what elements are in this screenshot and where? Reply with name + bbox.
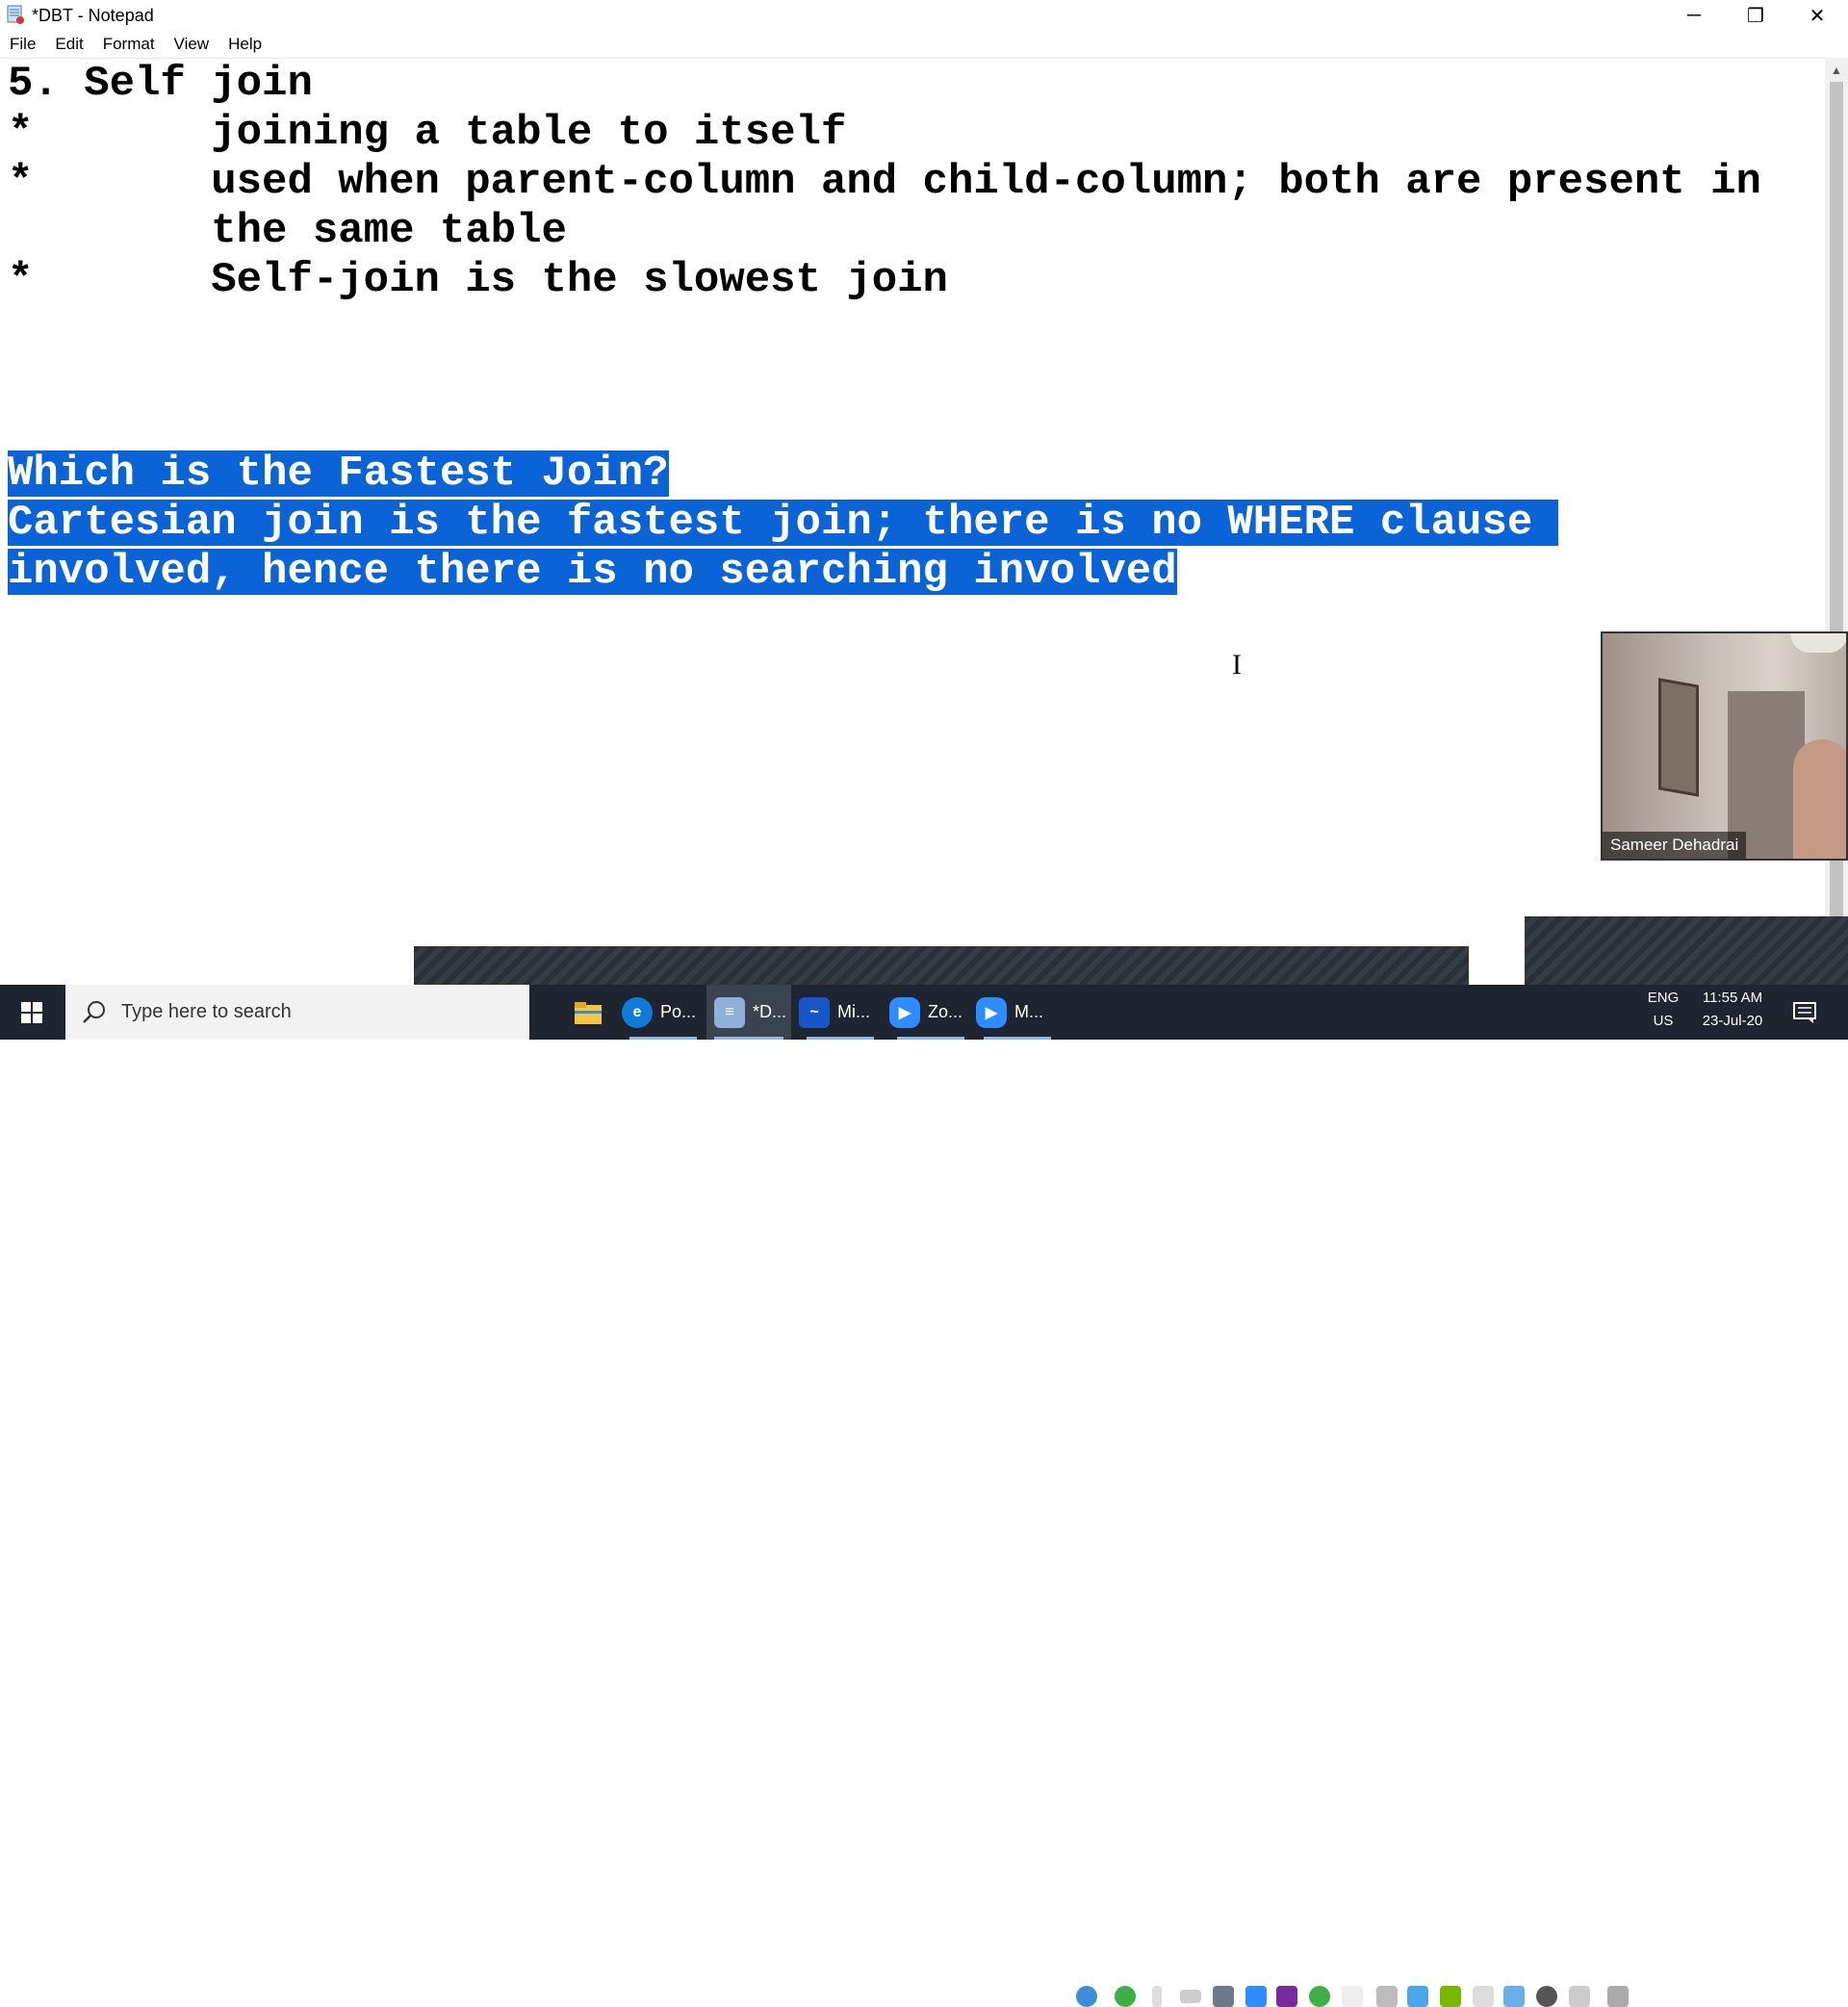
edge-icon: e (622, 996, 653, 1028)
taskbar-app-label: Mi... (837, 1002, 870, 1021)
zoom-tray-icon[interactable] (1245, 1986, 1267, 2007)
zoom-icon: ▶ (889, 996, 920, 1028)
volume-icon[interactable] (1569, 1986, 1590, 2007)
microphone-icon[interactable] (1152, 1986, 1162, 2007)
editor-line: 5. Self join (8, 60, 313, 108)
selected-line: involved, hence there is no searching in… (8, 548, 1177, 596)
taskbar-app-label: Po... (660, 1002, 697, 1021)
onenote-icon[interactable] (1276, 1986, 1297, 2007)
text-editor[interactable]: 5. Self join * joining a table to itself… (0, 58, 1825, 986)
region-indicator[interactable]: US (1642, 1013, 1684, 1029)
language-indicator[interactable]: ENG (1642, 990, 1684, 1006)
bluetooth-icon[interactable] (1536, 1986, 1557, 2007)
nvidia-icon[interactable] (1440, 1986, 1461, 2007)
taskbar-search-box[interactable]: Type here to search (65, 985, 529, 1040)
taskbar-app-zoom[interactable]: ▶ Zo... (889, 985, 972, 1040)
menu-format[interactable]: Format (103, 33, 155, 56)
selected-line: Which is the Fastest Join? (8, 450, 669, 498)
snowflake-icon[interactable] (1407, 1986, 1428, 2007)
editor-line: * joining a table to itself (8, 109, 847, 157)
taskbar-app-whiteboard[interactable]: ~ Mi... (799, 985, 882, 1040)
taskbar-app-notepad[interactable]: ≡ *D... (706, 985, 791, 1040)
webcam-video: Sameer Dehadrai (1601, 631, 1848, 861)
title-bar: *DBT - Notepad ─ ❐ ✕ (0, 0, 1848, 31)
menu-file[interactable]: File (10, 33, 36, 56)
menu-view[interactable]: View (174, 33, 210, 56)
sync-icon[interactable] (1309, 1986, 1330, 2007)
menu-edit[interactable]: Edit (55, 33, 83, 56)
pen-workspace-icon[interactable] (1607, 1986, 1629, 2007)
picture-frame (1658, 678, 1699, 797)
minimize-button[interactable]: ─ (1663, 0, 1725, 31)
help-icon[interactable] (1076, 1986, 1097, 2007)
editor-line: * Self-join is the slowest join (8, 256, 948, 304)
taskbar-app-zoom-meeting[interactable]: ▶ M... (976, 985, 1059, 1040)
windows-icon (21, 1001, 42, 1023)
notepad-app-icon (7, 5, 24, 24)
editor-line: the same table (8, 207, 567, 255)
editor-line: * used when parent-column and child-colu… (8, 158, 1761, 206)
close-button[interactable]: ✕ (1786, 0, 1848, 31)
screen-share-bar (1525, 916, 1848, 985)
pen-tablet-icon[interactable] (1503, 1986, 1525, 2007)
window-title: *DBT - Notepad (32, 6, 154, 25)
steam-icon[interactable] (1213, 1986, 1234, 2007)
display-icon[interactable] (1473, 1986, 1494, 2007)
selected-line: Cartesian join is the fastest join; ther… (8, 499, 1558, 547)
menu-bar: File Edit Format View Help (0, 31, 1848, 58)
search-placeholder: Type here to search (121, 1001, 292, 1022)
search-icon (83, 1000, 105, 1023)
scroll-up-icon[interactable]: ▲ (1831, 64, 1842, 77)
security-check-icon[interactable] (1115, 1986, 1136, 2007)
notifications-icon[interactable] (1792, 1001, 1817, 1024)
battery-icon[interactable] (1180, 1990, 1201, 2003)
participant-figure (1793, 739, 1846, 859)
taskbar-app-edge[interactable]: e Po... (622, 985, 705, 1040)
restore-button[interactable]: ❐ (1725, 0, 1786, 31)
menu-help[interactable]: Help (228, 33, 262, 56)
zoom-meeting-icon: ▶ (976, 996, 1007, 1028)
participant-name: Sameer Dehadrai (1603, 832, 1747, 859)
shield-icon[interactable] (1342, 1986, 1363, 2007)
taskbar-app-label: Zo... (928, 1002, 963, 1021)
clock-date[interactable]: 23-Jul-20 (1692, 1013, 1773, 1029)
start-button[interactable] (0, 985, 64, 1040)
folder-icon (575, 1001, 602, 1024)
whiteboard-icon: ~ (799, 996, 830, 1028)
wifi-icon[interactable] (1376, 1986, 1398, 2007)
taskbar-app-label: *D... (753, 1002, 787, 1021)
notepad-icon: ≡ (714, 996, 745, 1028)
screen-share-bar (414, 946, 1469, 985)
taskbar-app-label: M... (1014, 1002, 1043, 1021)
file-explorer-button[interactable] (564, 985, 612, 1040)
clock-time[interactable]: 11:55 AM (1692, 990, 1773, 1006)
text-cursor-icon: I (1232, 649, 1242, 681)
taskbar: Type here to search e Po... ≡ *D... ~ Mi… (0, 985, 1848, 2007)
